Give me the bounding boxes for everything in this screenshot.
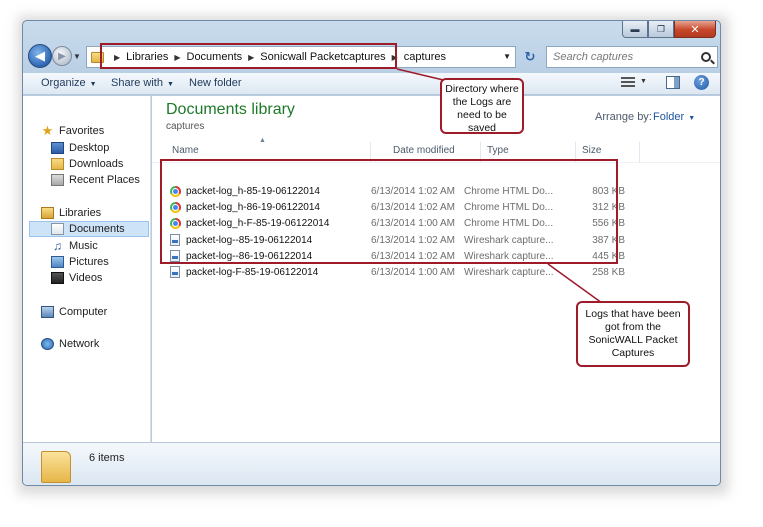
nav-libraries[interactable]: Libraries bbox=[41, 205, 101, 221]
nav-computer-label: Computer bbox=[59, 306, 108, 318]
nav-downloads-label: Downloads bbox=[69, 158, 124, 170]
caption-buttons: ▬ ❐ ✕ bbox=[622, 21, 716, 38]
music-note-icon: ♫ bbox=[53, 239, 62, 253]
nav-recent-label: Recent Places bbox=[69, 174, 140, 186]
nav-pictures[interactable]: Pictures bbox=[51, 254, 109, 270]
recent-pages-dropdown[interactable]: ▼ bbox=[73, 52, 81, 61]
file-list-pane: Documents library captures Arrange by: F… bbox=[152, 96, 720, 442]
nav-documents[interactable]: Documents bbox=[29, 221, 149, 237]
nav-network[interactable]: Network bbox=[41, 336, 99, 352]
arrange-by-dropdown[interactable]: Folder ▼ bbox=[653, 111, 695, 123]
directory-callout: Directory where the Logs are need to be … bbox=[440, 78, 524, 134]
folder-icon bbox=[41, 451, 71, 483]
maximize-button[interactable]: ❐ bbox=[648, 21, 674, 38]
details-pane: 6 items bbox=[23, 442, 720, 485]
pictures-icon bbox=[51, 256, 64, 268]
callout-line: Directory where bbox=[445, 83, 519, 95]
nav-videos-label: Videos bbox=[69, 272, 103, 284]
desktop-icon bbox=[51, 142, 64, 154]
logs-callout: Logs that have been got from the SonicWA… bbox=[576, 301, 690, 367]
close-button[interactable]: ✕ bbox=[674, 21, 716, 38]
file-name-cell: packet-log-F-85-19-06122014 bbox=[170, 266, 360, 278]
callout-line: saved bbox=[467, 122, 497, 134]
organize-label: Organize bbox=[41, 77, 86, 89]
address-dropdown-icon[interactable]: ▼ bbox=[503, 52, 511, 61]
change-view-icon[interactable] bbox=[621, 77, 635, 89]
new-folder-button[interactable]: New folder bbox=[189, 77, 242, 89]
minimize-button[interactable]: ▬ bbox=[622, 21, 648, 38]
share-with-label: Share with bbox=[111, 77, 163, 89]
callout-line: SonicWALL Packet bbox=[588, 334, 678, 346]
nav-music[interactable]: ♫ Music bbox=[51, 238, 98, 254]
nav-favorites-label: Favorites bbox=[59, 125, 105, 137]
navigation-pane: ★ Favorites Desktop Downloads Recent Plac… bbox=[23, 96, 151, 442]
command-bar: Organize ▼ Share with ▼ New folder ▼ ? bbox=[23, 73, 720, 95]
search-placeholder: Search captures bbox=[553, 51, 634, 63]
breadcrumb-captures[interactable]: captures bbox=[404, 51, 446, 63]
view-options-dropdown-icon[interactable]: ▼ bbox=[640, 78, 647, 85]
file-row[interactable]: packet-log-F-85-19-06122014 6/13/2014 1:… bbox=[166, 264, 625, 280]
nav-pictures-label: Pictures bbox=[69, 256, 109, 268]
search-input[interactable]: Search captures bbox=[546, 46, 718, 68]
file-date: 6/13/2014 1:00 AM bbox=[371, 266, 455, 278]
nav-network-label: Network bbox=[59, 338, 100, 350]
library-subtitle: captures bbox=[166, 121, 205, 132]
arrange-by-value: Folder bbox=[653, 111, 685, 123]
callout-line: Logs that have been bbox=[585, 308, 681, 320]
downloads-folder-icon bbox=[51, 158, 64, 170]
library-title: Documents library bbox=[166, 101, 295, 118]
files-highlight-box bbox=[160, 159, 618, 264]
callout-line: need to be bbox=[457, 109, 507, 121]
documents-icon bbox=[51, 223, 64, 235]
nav-music-label: Music bbox=[69, 240, 98, 252]
wireshark-file-icon bbox=[170, 266, 180, 278]
share-with-button[interactable]: Share with ▼ bbox=[111, 77, 174, 89]
nav-videos[interactable]: Videos bbox=[51, 270, 102, 286]
network-icon bbox=[41, 338, 54, 350]
nav-documents-label: Documents bbox=[69, 223, 125, 235]
callout-line: the Logs are bbox=[452, 96, 512, 108]
file-name: packet-log-F-85-19-06122014 bbox=[186, 266, 319, 278]
item-count: 6 items bbox=[89, 452, 125, 464]
computer-icon bbox=[41, 306, 54, 318]
file-type: Wireshark capture... bbox=[464, 266, 554, 278]
nav-desktop-label: Desktop bbox=[69, 142, 110, 154]
callout-line: got from the bbox=[604, 321, 662, 333]
nav-computer[interactable]: Computer bbox=[41, 304, 107, 320]
nav-downloads[interactable]: Downloads bbox=[51, 156, 123, 172]
libraries-icon bbox=[41, 207, 54, 219]
nav-libraries-label: Libraries bbox=[59, 207, 102, 219]
nav-recent-places[interactable]: Recent Places bbox=[51, 172, 140, 188]
star-icon: ★ bbox=[41, 123, 54, 138]
callout-line: Captures bbox=[611, 347, 655, 359]
search-icon[interactable] bbox=[701, 52, 711, 62]
chevron-down-icon: ▼ bbox=[688, 115, 696, 122]
nav-desktop[interactable]: Desktop bbox=[51, 140, 109, 156]
organize-button[interactable]: Organize ▼ bbox=[41, 77, 97, 89]
back-button[interactable]: ◀ bbox=[28, 44, 52, 68]
address-highlight-box bbox=[100, 43, 397, 69]
arrange-by-label: Arrange by: bbox=[595, 111, 652, 123]
forward-button[interactable]: ▶ bbox=[52, 46, 72, 66]
file-size: 258 KB bbox=[592, 266, 625, 278]
nav-favorites[interactable]: ★ Favorites bbox=[41, 123, 105, 139]
recent-places-icon bbox=[51, 174, 64, 186]
videos-icon bbox=[51, 272, 64, 284]
preview-pane-icon[interactable] bbox=[666, 76, 680, 89]
help-icon[interactable]: ? bbox=[694, 75, 709, 90]
refresh-icon[interactable]: ↻ bbox=[518, 46, 542, 68]
chevron-down-icon: ▼ bbox=[166, 81, 174, 88]
chevron-down-icon: ▼ bbox=[89, 81, 97, 88]
